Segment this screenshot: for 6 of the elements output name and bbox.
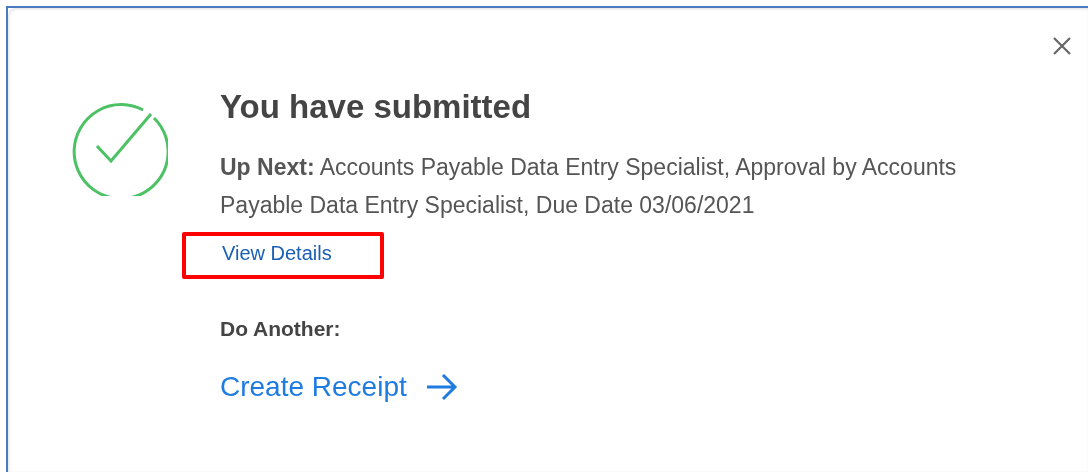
up-next-text: Up Next: Accounts Payable Data Entry Specialist, Approval by Accounts Payable Data Entry Specialist, Due Date 03/06/2021	[220, 153, 958, 220]
do-another-label: Do Another:	[220, 317, 341, 341]
dialog-title: You have submitted	[220, 88, 532, 126]
arrow-right-icon	[424, 372, 459, 402]
view-details-link[interactable]: View Details	[222, 242, 332, 264]
create-receipt-link[interactable]: Create Receipt	[220, 371, 459, 403]
